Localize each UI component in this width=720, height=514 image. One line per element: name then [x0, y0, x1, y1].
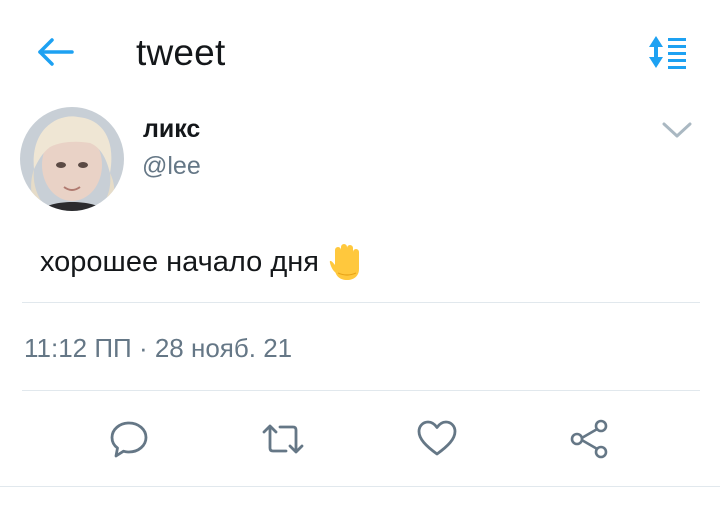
user-handle[interactable]: @lee [142, 152, 201, 181]
top-bar: tweet [0, 0, 720, 100]
reply-icon [110, 421, 148, 458]
share-button[interactable] [568, 418, 610, 460]
like-button[interactable] [416, 418, 458, 460]
display-name[interactable]: ликс [143, 115, 200, 144]
like-icon [417, 420, 457, 456]
avatar-photo [20, 107, 124, 211]
divider [0, 486, 720, 487]
tweet-text: хорошее начало дня [40, 245, 319, 278]
retweet-icon [262, 424, 304, 454]
divider [22, 302, 700, 303]
avatar[interactable] [20, 107, 124, 211]
divider [22, 390, 700, 391]
retweet-button[interactable] [262, 418, 304, 460]
back-button[interactable] [36, 36, 76, 68]
raised-hand-emoji [329, 243, 363, 281]
arrow-left-icon [38, 38, 74, 66]
share-icon [570, 419, 608, 459]
sort-button[interactable] [646, 34, 690, 70]
tweet-timestamp: 11:12 ПП · 28 нояб. 21 [24, 333, 293, 363]
sort-list-icon [649, 36, 686, 69]
tweet-body: хорошее начало дня [40, 243, 363, 281]
page-title: tweet [136, 32, 226, 73]
chevron-down-icon [662, 122, 692, 138]
more-options-button[interactable] [660, 118, 694, 142]
reply-button[interactable] [108, 418, 150, 460]
